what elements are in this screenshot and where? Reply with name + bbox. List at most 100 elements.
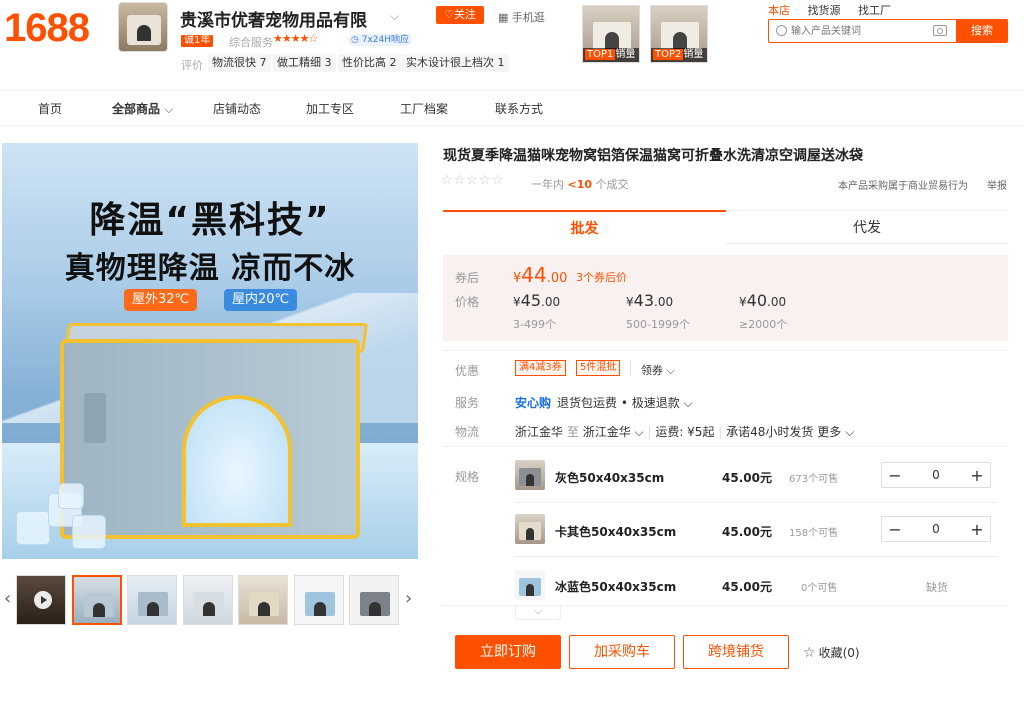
shop-avatar[interactable]: [118, 2, 168, 52]
cross-border-button[interactable]: 跨境铺货: [683, 635, 789, 669]
chevron-left-icon[interactable]: ‹: [4, 588, 11, 609]
tab-wholesale[interactable]: 批发: [443, 210, 726, 244]
service-detail[interactable]: 退货包运费 • 极速退款 ⌵: [557, 394, 693, 411]
divider: [515, 502, 998, 503]
nav-contact[interactable]: 联系方式: [495, 100, 543, 117]
separator: |: [647, 425, 652, 439]
thumbnail-door: [203, 602, 215, 616]
eval-tag[interactable]: 物流很快 7: [208, 54, 271, 72]
search-input[interactable]: [769, 20, 919, 42]
sales-suffix: 个成交: [595, 178, 629, 191]
minus-button[interactable]: −: [882, 466, 908, 485]
plus-button[interactable]: +: [964, 466, 990, 485]
eval-tag[interactable]: 实木设计很上档次 1: [402, 54, 509, 72]
service-label: 综合服务: [229, 36, 273, 49]
sales-prefix: 一年内: [531, 178, 564, 191]
thumbnail-3[interactable]: [183, 575, 233, 625]
thumbnail-6[interactable]: [349, 575, 399, 625]
nav-shop-news[interactable]: 店铺动态: [213, 100, 261, 117]
sku-price: 45.00元: [722, 525, 772, 539]
search-button[interactable]: 搜索: [956, 19, 1008, 43]
order-now-button[interactable]: 立即订购: [455, 635, 561, 669]
quantity-value[interactable]: 0: [908, 522, 964, 536]
tier-price-dec: .00: [654, 295, 674, 309]
ice-cube: [16, 511, 50, 545]
mobile-browse-link[interactable]: ▦ 手机逛: [498, 9, 545, 25]
divider: [443, 350, 1008, 351]
search-tab-factory[interactable]: 找工厂: [858, 4, 891, 17]
chevron-right-icon[interactable]: ›: [405, 588, 412, 609]
nav-processing[interactable]: 加工专区: [306, 100, 354, 117]
eval-tag[interactable]: 做工精细 3: [273, 54, 336, 72]
evaluation-label: 评价: [181, 59, 203, 72]
thumbnail-5[interactable]: [294, 575, 344, 625]
thumbnail-door: [93, 603, 105, 617]
ship-promise: 承诺48小时发货: [726, 425, 814, 439]
get-coupon-link[interactable]: 领券 ⌵: [641, 362, 675, 378]
pet-house-handle: [84, 393, 106, 443]
rank-badge: TOP2: [653, 49, 684, 60]
thumbnail-door: [258, 602, 270, 616]
tier-price: ¥40.00: [739, 291, 787, 310]
year-badge: 诚1年: [181, 35, 214, 47]
minus-button[interactable]: −: [882, 520, 908, 539]
promo-label: 优惠: [455, 364, 480, 378]
tab-dropship[interactable]: 代发: [726, 210, 1008, 244]
camera-icon[interactable]: [933, 25, 947, 36]
nav-all-products[interactable]: 全部商品 ⌵: [112, 100, 173, 117]
sku-stock: 0个可售: [801, 583, 838, 594]
main-product-image[interactable]: 降温“黑科技” 真物理降温 凉而不冰 屋外32℃ 屋内20℃: [2, 143, 418, 559]
chevron-down-icon[interactable]: ⌵: [390, 9, 399, 24]
service-guarantee[interactable]: 安心购: [515, 394, 551, 411]
nav-home[interactable]: 首页: [38, 100, 62, 117]
search-tab-source[interactable]: 找货源: [808, 4, 841, 17]
promo-tag-coupon[interactable]: 满4减3券: [515, 360, 566, 376]
thumbnail-video[interactable]: [16, 575, 66, 625]
add-to-cart-button[interactable]: 加采购车: [569, 635, 675, 669]
plus-button[interactable]: +: [964, 520, 990, 539]
tier-currency: ¥: [739, 295, 747, 309]
chevron-down-icon: ⌵: [164, 102, 174, 116]
report-link[interactable]: 举报: [987, 177, 1007, 192]
star-icon: ☆: [803, 645, 816, 661]
favorite-label: 收藏(0): [818, 646, 860, 660]
logistics-more[interactable]: 更多 ⌵: [817, 425, 854, 439]
search-tab-store[interactable]: 本店: [768, 4, 790, 17]
pet-house-door: [182, 395, 292, 527]
eval-tag[interactable]: 性价比高 2: [338, 54, 401, 72]
tier-price-int: 45: [520, 291, 541, 310]
price-tier-1: ¥45.00 3-499个: [513, 291, 560, 332]
shipping-fee: 运费: ¥5起: [655, 425, 715, 439]
thumbnail-1[interactable]: [72, 575, 122, 625]
top-seller-1[interactable]: TOP1 销量: [582, 5, 640, 63]
nav-factory-profile[interactable]: 工厂档案: [400, 100, 448, 117]
sku-door: [526, 474, 534, 486]
thumbnail-2[interactable]: [127, 575, 177, 625]
tier-price: ¥45.00: [513, 291, 560, 310]
favorite-button[interactable]: ☆ 收藏(0): [803, 644, 860, 661]
rank-label: TOP2 销量: [651, 48, 707, 62]
tier-price-int: 43: [633, 291, 654, 310]
top-seller-2[interactable]: TOP2 销量: [650, 5, 708, 63]
avatar-box-door: [137, 25, 151, 41]
nav-all-products-label: 全部商品: [112, 102, 161, 116]
play-icon: [34, 591, 52, 609]
promo-tag-mixed[interactable]: 5件混批: [576, 360, 621, 376]
thumbnail-door: [147, 602, 159, 616]
quantity-value[interactable]: 0: [908, 468, 964, 482]
heart-icon: ♡: [444, 8, 454, 21]
expand-skus-button[interactable]: ⌵: [515, 606, 561, 620]
tier-price-dec: .00: [767, 295, 787, 309]
divider: [443, 446, 1008, 447]
site-logo[interactable]: 1688: [4, 6, 90, 51]
coupon-price-label: 券后: [455, 271, 480, 285]
coupon-price: ¥44.00: [513, 263, 567, 287]
tier-price-int: 40: [746, 291, 767, 310]
thumbnail-4[interactable]: [238, 575, 288, 625]
follow-button[interactable]: ♡关注: [436, 6, 484, 24]
service-row-label: 服务: [455, 396, 480, 410]
ship-to-select[interactable]: 浙江金华 ⌵: [583, 425, 644, 439]
search-icon: [776, 25, 787, 36]
response-text: 7x24H响应: [361, 35, 410, 45]
shop-name[interactable]: 贵溪市优奢宠物用品有限: [180, 6, 367, 31]
